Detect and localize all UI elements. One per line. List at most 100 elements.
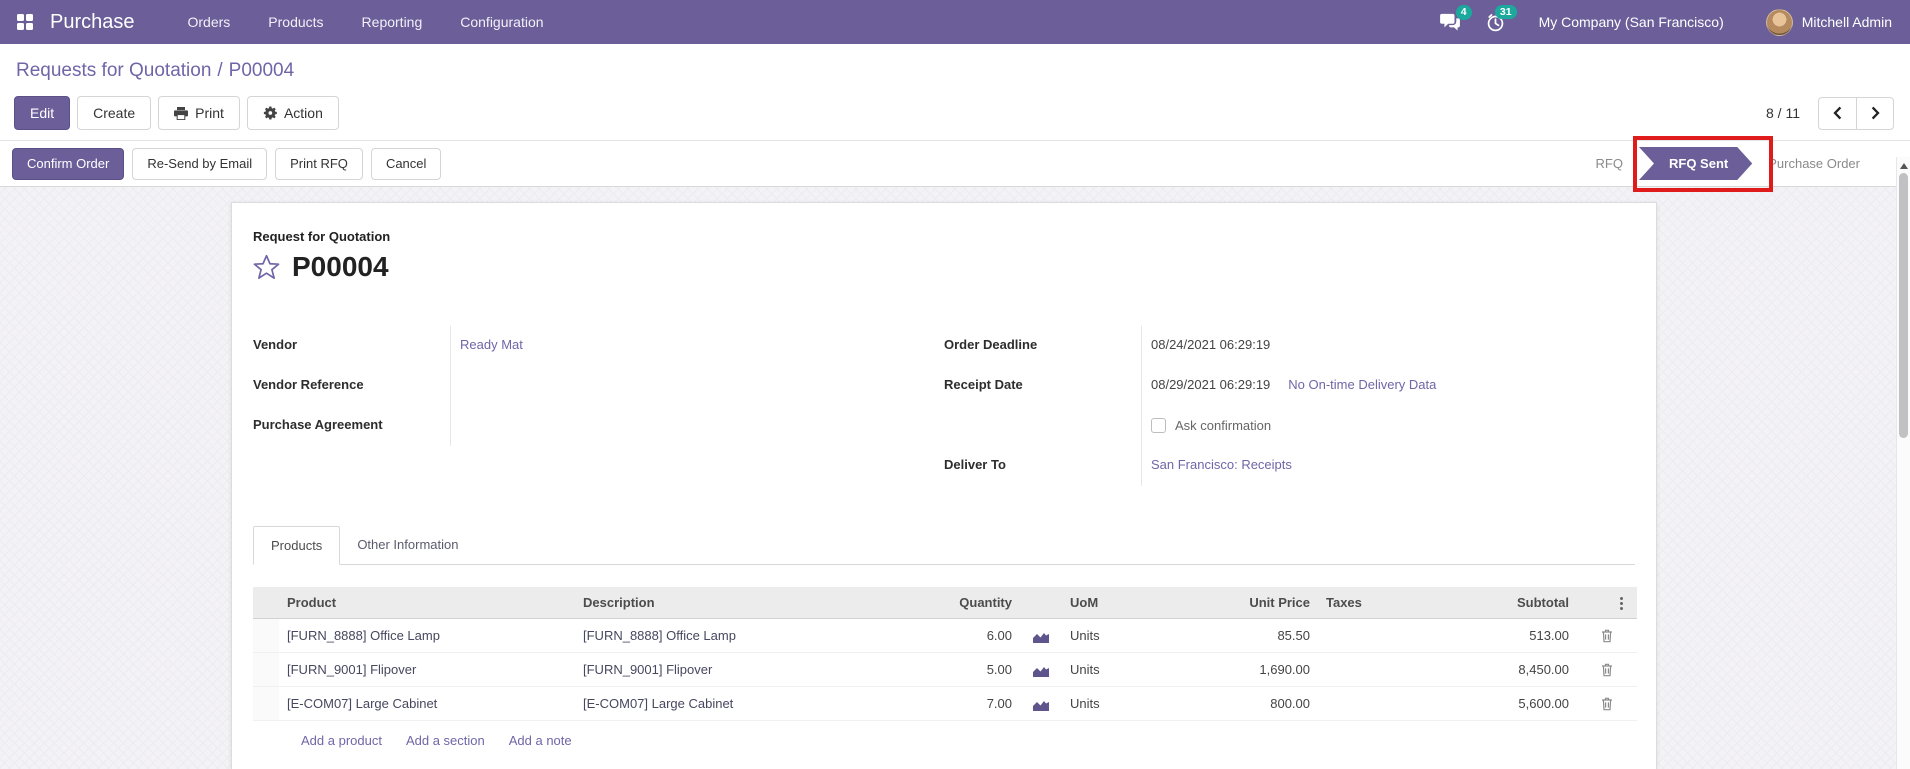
- vertical-scrollbar[interactable]: [1896, 157, 1910, 769]
- vendor-value-link[interactable]: Ready Mat: [460, 337, 523, 352]
- add-a-product-link[interactable]: Add a product: [301, 733, 382, 748]
- print-button[interactable]: Print: [158, 96, 240, 130]
- on-time-delivery-link[interactable]: No On-time Delivery Data: [1288, 377, 1436, 392]
- area-chart-icon[interactable]: [1033, 698, 1049, 712]
- tab-other-information[interactable]: Other Information: [340, 526, 475, 565]
- table-row[interactable]: [FURN_8888] Office Lamp [FURN_8888] Offi…: [253, 618, 1637, 654]
- header-unit-price: Unit Price: [1165, 587, 1318, 620]
- field-ask-confirmation: Ask confirmation: [944, 406, 1635, 446]
- receipt-date-value: 08/29/2021 06:29:19: [1151, 377, 1271, 392]
- kebab-icon[interactable]: [1620, 597, 1623, 611]
- menu-configuration[interactable]: Configuration: [441, 0, 562, 44]
- row-handle[interactable]: [253, 686, 279, 722]
- cell-unit-price: 800.00: [1165, 686, 1318, 722]
- cell-subtotal: 5,600.00: [1420, 686, 1577, 722]
- menu-products[interactable]: Products: [249, 0, 342, 44]
- header-forecast: [1020, 587, 1062, 620]
- deliver-to-value-link[interactable]: San Francisco: Receipts: [1151, 457, 1292, 472]
- menu-reporting[interactable]: Reporting: [343, 0, 442, 44]
- document-title-row: P00004: [253, 252, 1635, 282]
- scrollbar-thumb[interactable]: [1899, 173, 1908, 438]
- cell-description: [FURN_9001] Flipover: [575, 652, 895, 688]
- pager-previous-button[interactable]: [1818, 96, 1856, 130]
- main-menu: Orders Products Reporting Configuration: [169, 0, 563, 44]
- user-menu[interactable]: Mitchell Admin: [1802, 14, 1892, 30]
- company-switcher[interactable]: My Company (San Francisco): [1539, 14, 1724, 30]
- chevron-right-icon: [1871, 106, 1880, 120]
- messages-menu[interactable]: 4: [1439, 5, 1472, 31]
- star-icon[interactable]: [253, 254, 280, 280]
- status-step-purchase-order[interactable]: Purchase Order: [1752, 156, 1876, 171]
- trash-icon[interactable]: [1601, 697, 1613, 711]
- vendor-label: Vendor: [253, 337, 298, 352]
- header-options: [1577, 587, 1637, 620]
- breadcrumb-parent[interactable]: Requests for Quotation: [16, 60, 211, 81]
- cell-quantity: 7.00: [895, 686, 1020, 722]
- purchase-agreement-label: Purchase Agreement: [253, 417, 383, 432]
- field-group-left: Vendor Ready Mat Vendor Reference Purcha…: [253, 326, 944, 486]
- print-rfq-button[interactable]: Print RFQ: [275, 147, 363, 180]
- cell-subtotal: 513.00: [1420, 618, 1577, 654]
- apps-grid-icon[interactable]: [12, 9, 38, 35]
- activities-badge: 31: [1494, 4, 1517, 19]
- order-lines-table: Product Description Quantity UoM Unit Pr…: [253, 587, 1637, 722]
- chevron-left-icon: [1833, 106, 1842, 120]
- add-a-section-link[interactable]: Add a section: [406, 733, 485, 748]
- top-navbar: Purchase Orders Products Reporting Confi…: [0, 0, 1910, 44]
- ask-confirmation-spacer: [944, 406, 1141, 446]
- messages-badge: 4: [1455, 5, 1472, 20]
- header-quantity: Quantity: [895, 587, 1020, 620]
- user-avatar[interactable]: [1765, 8, 1793, 36]
- ask-confirmation-wrap: Ask confirmation: [1151, 417, 1271, 433]
- add-a-note-link[interactable]: Add a note: [509, 733, 572, 748]
- header-uom: UoM: [1062, 587, 1165, 620]
- cell-quantity: 6.00: [895, 618, 1020, 654]
- control-panel: Requests for Quotation / P00004 Edit Creat…: [0, 44, 1910, 140]
- resend-by-email-button[interactable]: Re-Send by Email: [132, 147, 268, 180]
- row-handle[interactable]: [253, 618, 279, 654]
- header-subtotal: Subtotal: [1420, 587, 1577, 620]
- document-type-label: Request for Quotation: [253, 229, 391, 244]
- arrow-up-icon[interactable]: [1899, 163, 1908, 169]
- order-deadline-label: Order Deadline: [944, 337, 1038, 352]
- edit-button[interactable]: Edit: [14, 96, 71, 130]
- status-step-rfq[interactable]: RFQ: [1580, 156, 1639, 171]
- statusbar: Confirm Order Re-Send by Email Print RFQ…: [0, 136, 1910, 192]
- cell-product: [FURN_9001] Flipover: [279, 652, 575, 688]
- field-group-right: Order Deadline 08/24/2021 06:29:19 Recei…: [944, 326, 1635, 486]
- document-name: P00004: [292, 251, 389, 282]
- action-button[interactable]: Action: [246, 96, 339, 130]
- status-step-rfq-sent-active[interactable]: RFQ Sent: [1639, 147, 1752, 180]
- navbar-right: 4 31 My Company (San Francisco) Mitchell…: [1414, 4, 1892, 36]
- cell-taxes: [1318, 652, 1420, 688]
- trash-icon[interactable]: [1601, 663, 1613, 677]
- cancel-button[interactable]: Cancel: [370, 147, 442, 180]
- cell-subtotal: 8,450.00: [1420, 652, 1577, 688]
- app-name[interactable]: Purchase: [50, 11, 135, 34]
- menu-orders[interactable]: Orders: [169, 0, 250, 44]
- confirm-order-button[interactable]: Confirm Order: [12, 147, 125, 180]
- field-deliver-to: Deliver To San Francisco: Receipts: [944, 446, 1635, 486]
- cell-uom: Units: [1062, 652, 1165, 688]
- pager-count[interactable]: 8 / 11: [1766, 105, 1800, 121]
- cell-quantity: 5.00: [895, 652, 1020, 688]
- area-chart-icon[interactable]: [1033, 630, 1049, 644]
- vendor-reference-label: Vendor Reference: [253, 377, 364, 392]
- table-row[interactable]: [E-COM07] Large Cabinet [E-COM07] Large …: [253, 686, 1637, 722]
- row-handle[interactable]: [253, 652, 279, 688]
- table-row[interactable]: [FURN_9001] Flipover [FURN_9001] Flipove…: [253, 652, 1637, 688]
- pager-next-button[interactable]: [1856, 96, 1894, 130]
- field-groups: Vendor Ready Mat Vendor Reference Purcha…: [253, 326, 1635, 486]
- cell-unit-price: 85.50: [1165, 618, 1318, 654]
- action-button-label: Action: [283, 105, 323, 121]
- ask-confirmation-checkbox[interactable]: [1151, 418, 1166, 433]
- cell-product: [E-COM07] Large Cabinet: [279, 686, 575, 722]
- cell-description: [E-COM07] Large Cabinet: [575, 686, 895, 722]
- trash-icon[interactable]: [1601, 629, 1613, 643]
- notebook-tabs: Products Other Information: [253, 526, 1635, 565]
- tab-products[interactable]: Products: [253, 526, 341, 565]
- cell-description: [FURN_8888] Office Lamp: [575, 618, 895, 654]
- create-button[interactable]: Create: [77, 96, 152, 130]
- area-chart-icon[interactable]: [1033, 664, 1049, 678]
- activities-menu[interactable]: 31: [1486, 4, 1517, 32]
